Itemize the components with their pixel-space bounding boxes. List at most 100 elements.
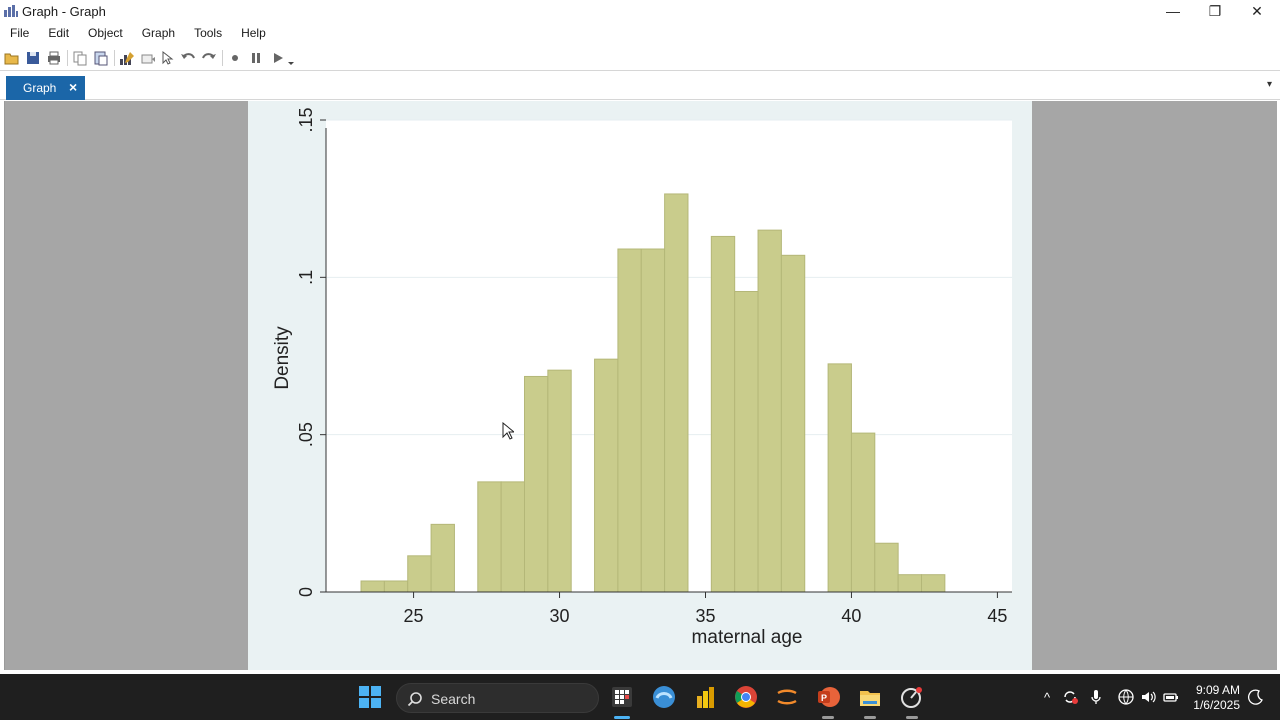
histogram-bar xyxy=(430,523,455,593)
minimize-icon: — xyxy=(1166,3,1180,19)
histogram-bar xyxy=(757,229,782,593)
histogram-bar xyxy=(827,363,852,593)
graph-recorder-icon[interactable] xyxy=(139,49,157,67)
vpn-icon[interactable] xyxy=(772,682,802,712)
menu-graph[interactable]: Graph xyxy=(132,24,184,44)
menu-edit[interactable]: Edit xyxy=(38,24,78,44)
y-tick-label: .05 xyxy=(296,422,316,447)
toolbar-separator xyxy=(67,50,68,66)
minimize-button[interactable]: — xyxy=(1152,0,1194,22)
histogram-bar xyxy=(407,555,432,593)
x-tick-label: 30 xyxy=(550,606,570,626)
tab-list-dropdown-icon[interactable]: ▾ xyxy=(1267,79,1272,90)
x-axis-label: maternal age xyxy=(692,627,803,648)
menu-file[interactable]: File xyxy=(0,24,38,44)
power-bi-icon[interactable] xyxy=(690,682,720,712)
histogram-bar xyxy=(710,235,736,593)
mouse-cursor-icon xyxy=(502,422,514,440)
histogram-bar xyxy=(850,432,876,593)
clock[interactable]: 9:09 AM 1/6/2025 xyxy=(1193,683,1240,713)
record-icon[interactable] xyxy=(226,49,244,67)
histogram-bar xyxy=(383,580,409,593)
edge-browser-icon[interactable] xyxy=(649,682,679,712)
stata-icon[interactable] xyxy=(607,682,637,712)
tab-graph[interactable]: Graph × xyxy=(6,76,85,100)
menu-help[interactable]: Help xyxy=(231,24,275,44)
histogram-bar xyxy=(874,542,899,593)
histogram-bar xyxy=(897,574,923,593)
y-tick-label: .15 xyxy=(296,107,316,132)
redo-icon[interactable] xyxy=(200,49,218,67)
print-icon[interactable] xyxy=(45,49,63,67)
graph-region: 25 30 35 40 45 0 .05 .1 .15 maternal age Density xyxy=(248,101,1032,670)
histogram-bar xyxy=(477,481,502,593)
running-app-indicator xyxy=(906,716,918,719)
toolbar-separator xyxy=(114,50,115,66)
menu-object[interactable]: Object xyxy=(78,24,132,44)
toolbar xyxy=(0,46,1280,70)
menu-tools[interactable]: Tools xyxy=(184,24,231,44)
pause-icon[interactable] xyxy=(247,49,265,67)
y-tick-label: 0 xyxy=(296,587,316,597)
histogram-bar xyxy=(547,369,572,593)
x-tick-label: 25 xyxy=(404,606,424,626)
histogram-bar xyxy=(524,375,549,593)
x-tick-label: 45 xyxy=(987,606,1007,626)
clock-date: 1/6/2025 xyxy=(1193,698,1240,712)
taskbar: Search P ^ 9:09 AM 1/6/2025 xyxy=(0,674,1280,720)
graph-editor-icon[interactable] xyxy=(118,49,136,67)
tab-bar: Graph × ▾ xyxy=(0,70,1280,100)
y-axis-label: Density xyxy=(272,326,293,390)
chrome-icon[interactable] xyxy=(731,682,761,712)
toolbar-separator xyxy=(222,50,223,66)
powerpoint-icon[interactable]: P xyxy=(813,682,843,712)
histogram-bar xyxy=(360,580,385,593)
running-app-indicator xyxy=(864,716,876,719)
snipping-tool-icon[interactable] xyxy=(896,682,926,712)
open-icon[interactable] xyxy=(3,49,21,67)
histogram-bar xyxy=(734,290,759,593)
histogram-bar xyxy=(500,481,526,593)
close-button[interactable]: ✕ xyxy=(1236,0,1278,22)
histogram-bar xyxy=(664,193,689,593)
histogram-bar xyxy=(617,248,642,593)
sync-icon[interactable] xyxy=(1061,688,1079,706)
copy-icon[interactable] xyxy=(71,49,89,67)
histogram-chart: 25 30 35 40 45 0 .05 .1 .15 maternal age Density xyxy=(272,107,1012,648)
network-icon[interactable] xyxy=(1117,688,1135,706)
restore-button[interactable]: ❐ xyxy=(1194,0,1236,22)
y-tick-label: .1 xyxy=(296,270,316,285)
notifications-icon[interactable] xyxy=(1247,688,1265,706)
close-icon: ✕ xyxy=(1251,2,1263,19)
battery-icon[interactable] xyxy=(1162,688,1180,706)
histogram-bar xyxy=(640,248,666,593)
microphone-icon[interactable] xyxy=(1087,688,1105,706)
clock-time: 9:09 AM xyxy=(1195,683,1240,697)
x-tick-label: 40 xyxy=(841,606,861,626)
taskbar-search-input[interactable]: Search xyxy=(396,683,599,713)
histogram-bar xyxy=(594,358,619,593)
title-bar: Graph - Graph — ❐ ✕ xyxy=(0,0,1280,22)
search-icon xyxy=(407,692,422,707)
play-icon[interactable] xyxy=(269,49,297,67)
windows-start-icon[interactable] xyxy=(355,682,385,712)
running-app-indicator xyxy=(822,716,834,719)
histogram-bar xyxy=(921,574,946,593)
restore-icon: ❐ xyxy=(1208,2,1222,19)
search-placeholder: Search xyxy=(431,691,476,707)
menu-bar: File Edit Object Graph Tools Help xyxy=(0,24,1280,44)
tab-label: Graph xyxy=(23,81,57,95)
file-explorer-icon[interactable] xyxy=(855,682,885,712)
tab-close-icon[interactable]: × xyxy=(69,79,77,95)
svg-text:P: P xyxy=(821,693,827,703)
x-tick-label: 35 xyxy=(695,606,715,626)
undo-icon[interactable] xyxy=(179,49,197,67)
active-app-indicator xyxy=(614,716,630,719)
show-hidden-icons-icon[interactable]: ^ xyxy=(1038,688,1056,706)
save-icon[interactable] xyxy=(24,49,42,67)
volume-icon[interactable] xyxy=(1139,688,1157,706)
paste-icon[interactable] xyxy=(92,49,110,67)
histogram-bar xyxy=(780,254,806,593)
window-title: Graph - Graph xyxy=(22,4,106,19)
pointer-icon[interactable] xyxy=(158,49,176,67)
